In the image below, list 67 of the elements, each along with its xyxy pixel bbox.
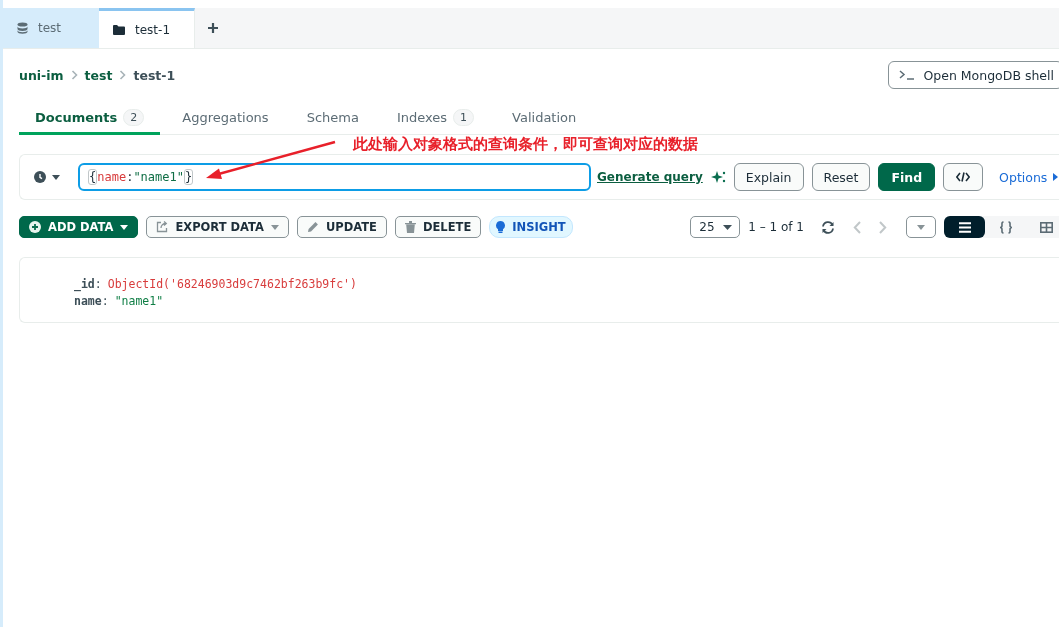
view-tab[interactable]: Indexes 1	[380, 102, 491, 135]
action-button[interactable]: INSIGHT	[489, 216, 573, 238]
plus-circle-icon	[29, 221, 41, 233]
trash-icon	[404, 221, 416, 233]
tab-label: Aggregations	[182, 109, 269, 125]
field-value: ObjectId('68246903d9c7462bf263b9fc')	[107, 276, 357, 291]
view-button[interactable]	[944, 216, 985, 238]
tab-label: Documents	[35, 109, 118, 125]
breadcrumb-link[interactable]: test-1	[133, 67, 176, 83]
database-icon	[17, 22, 28, 34]
code-button[interactable]	[943, 163, 984, 191]
field-value: "name1"	[114, 293, 164, 308]
caret-icon	[917, 224, 925, 230]
triangle-right-icon	[1053, 173, 1059, 181]
view-tab[interactable]: Schema	[290, 102, 375, 135]
action-button[interactable]: ADD DATA	[19, 216, 139, 238]
options-link[interactable]: Options	[999, 169, 1059, 185]
tab-label: Validation	[512, 109, 577, 125]
field-key: name	[74, 293, 102, 308]
action-button[interactable]: UPDATE	[296, 216, 387, 238]
query-button[interactable]: Explain	[733, 163, 804, 191]
table-icon	[1040, 221, 1053, 233]
page-range: 1 – 1 of 1	[748, 220, 804, 234]
breadcrumb-link[interactable]: uni-im	[19, 67, 64, 83]
chevron-right-icon	[879, 220, 887, 234]
pencil-icon	[306, 221, 319, 233]
collection-tab[interactable]: test-1	[99, 8, 195, 48]
chevron-right-icon	[70, 70, 78, 80]
query-button[interactable]: Reset	[811, 163, 871, 191]
tab-label: test-1	[135, 22, 170, 37]
refresh-icon	[821, 220, 835, 234]
count-badge: 2	[123, 108, 145, 126]
action-button[interactable]: DELETE	[394, 216, 482, 238]
sparkle-icon	[710, 170, 726, 184]
dropdown-button[interactable]	[906, 216, 936, 238]
export-icon	[156, 221, 169, 233]
generate-query-link[interactable]: Generate query	[597, 170, 703, 184]
braces-icon	[998, 220, 1013, 234]
tab-label: Schema	[306, 109, 359, 125]
lightbulb-icon	[496, 221, 506, 233]
view-tab[interactable]: Documents 2	[19, 102, 161, 135]
chevron-right-icon	[119, 70, 127, 80]
chevron-left-icon	[853, 220, 861, 234]
view-tab[interactable]: Aggregations	[166, 102, 285, 135]
folder-icon	[113, 24, 125, 35]
annotation-text: 此处输入对象格式的查询条件，即可查询对应的数据	[353, 136, 698, 152]
caret-icon	[52, 174, 60, 180]
colon-separator: :	[101, 293, 109, 308]
tab-label: Indexes	[396, 109, 448, 125]
field-key: _id	[74, 276, 95, 291]
page-size-select[interactable]: 25	[690, 216, 741, 238]
tab-label: test	[38, 21, 62, 35]
list-icon	[958, 221, 971, 233]
query-field[interactable]: {name:"name1"}	[78, 163, 591, 191]
terminal-icon	[899, 70, 916, 80]
view-tab[interactable]: Validation	[496, 102, 593, 135]
collection-tab[interactable]: test	[3, 8, 99, 48]
colon-separator: :	[94, 276, 102, 291]
count-badge: 1	[453, 108, 475, 126]
query-button[interactable]: Find	[878, 163, 936, 191]
clock-icon	[34, 171, 46, 183]
action-button[interactable]: EXPORT DATA	[146, 216, 289, 238]
plus-icon	[207, 22, 219, 34]
caret-icon	[723, 224, 733, 230]
code-icon	[956, 172, 971, 182]
breadcrumb-link[interactable]: test	[84, 67, 113, 83]
open-shell-button[interactable]: Open MongoDB shell	[888, 61, 1059, 89]
